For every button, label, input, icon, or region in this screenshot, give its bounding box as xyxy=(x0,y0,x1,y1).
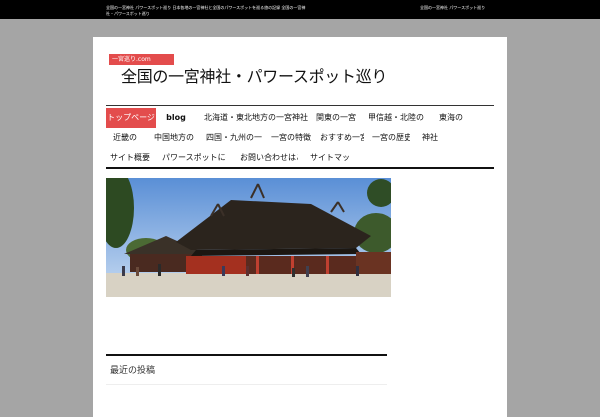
nav-item-top-page[interactable]: トップページ xyxy=(106,108,156,128)
nav-item-site-overview[interactable]: サイト概要 xyxy=(106,148,154,168)
nav-item-contact[interactable]: お問い合わせはこちら xyxy=(240,148,298,168)
nav-item-power-spot[interactable]: パワースポットに行こう♪ xyxy=(162,148,226,168)
site-title[interactable]: 全国の一宮神社・パワースポット巡り xyxy=(121,67,387,87)
shrine-photo xyxy=(106,178,391,297)
recent-posts-heading: 最近の投稿 xyxy=(110,366,156,376)
nav-item-hokkaido-tohoku[interactable]: 北海道・東北地方の一宮神社・パワースポット xyxy=(204,108,310,128)
nav-item-blog[interactable]: blog xyxy=(158,108,194,128)
top-bar: 全国の一宮神社 パワースポット巡り 日本各地の一宮神社と全国のパワースポットを巡… xyxy=(0,0,600,19)
nav-item-recommended[interactable]: おすすめ一宮 xyxy=(320,128,364,148)
nav-item-shikoku-kyushu[interactable]: 四国・九州の一宮 xyxy=(206,128,262,148)
nav-divider xyxy=(106,167,494,169)
top-bar-site-name[interactable]: 全国の一宮神社 パワースポット巡り xyxy=(420,5,540,11)
nav-item-tokai[interactable]: 東海の xyxy=(436,108,466,128)
site-logo[interactable]: 一宮巡り.com xyxy=(109,54,174,65)
content-divider xyxy=(106,354,387,356)
nav-item-chugoku[interactable]: 中国地方の xyxy=(152,128,196,148)
nav-item-sitemap[interactable]: サイトマップ xyxy=(310,148,350,168)
hero-image[interactable] xyxy=(106,178,391,297)
nav-item-history[interactable]: 一宮の歴史 xyxy=(372,128,410,148)
nav-item-shrine[interactable]: 神社 xyxy=(418,128,442,148)
nav-item-kanto[interactable]: 関東の一宮 xyxy=(316,108,356,128)
nav-item-koshinetsu-hokuriku[interactable]: 甲信越・北陸の一宮 xyxy=(368,108,424,128)
top-bar-description: 全国の一宮神社 パワースポット巡り 日本各地の一宮神社と全国のパワースポットを巡… xyxy=(106,5,306,16)
nav-item-features[interactable]: 一宮の特徴 xyxy=(271,128,311,148)
page-container: 一宮巡り.com 全国の一宮神社・パワースポット巡り トップページ blog 北… xyxy=(93,37,507,417)
section-underline xyxy=(106,384,387,385)
nav-item-kinki[interactable]: 近畿の xyxy=(106,128,144,148)
